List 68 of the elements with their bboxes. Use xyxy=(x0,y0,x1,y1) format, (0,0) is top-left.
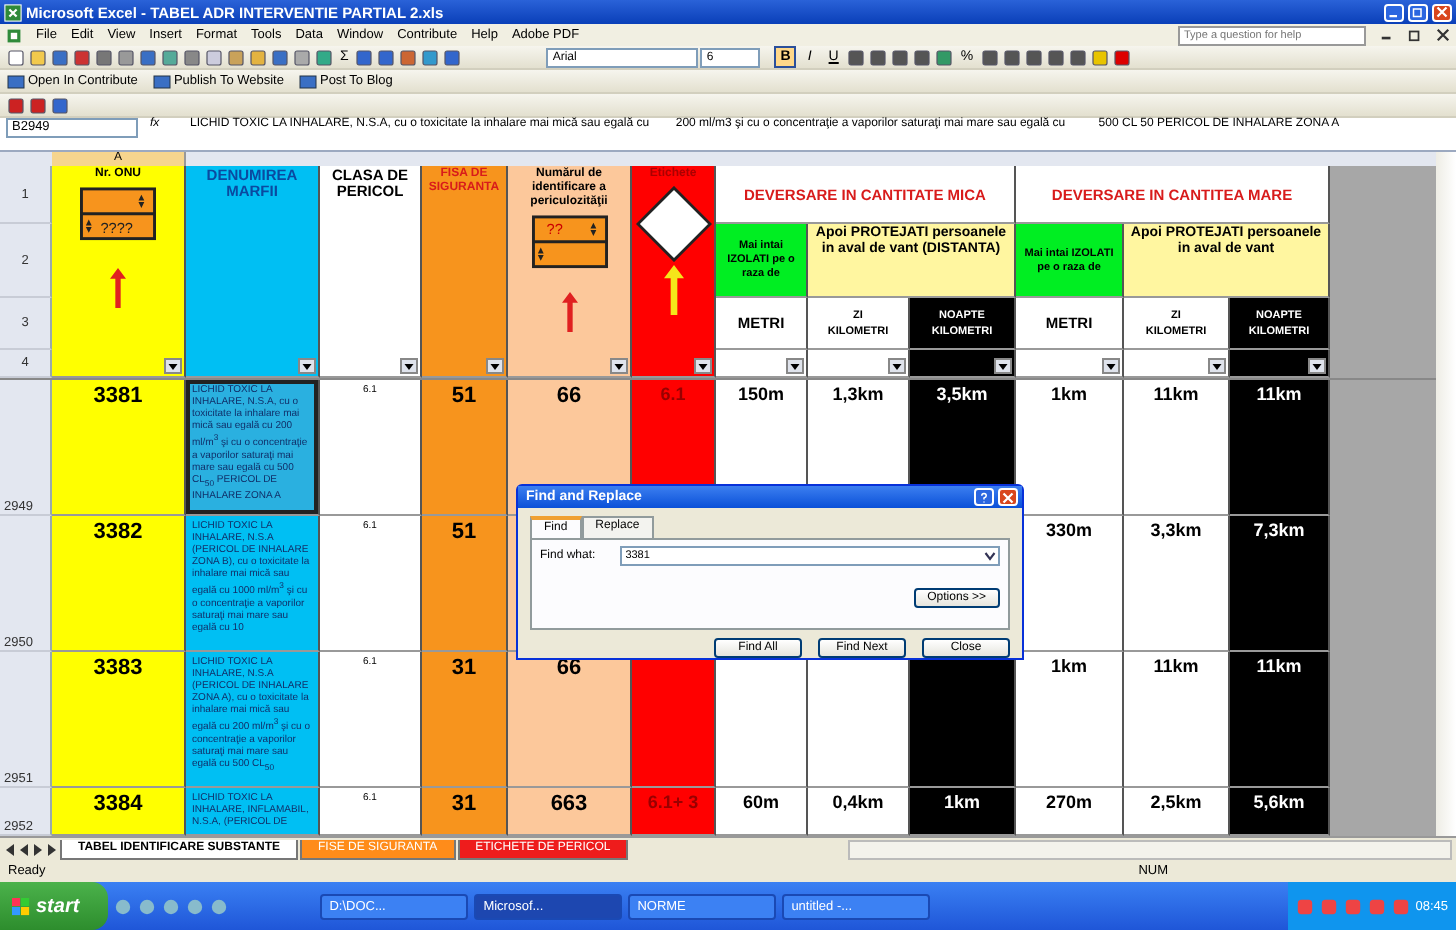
diamond-label-icon xyxy=(635,186,711,262)
filter-dropdown-button[interactable] xyxy=(888,358,906,374)
close-icon[interactable] xyxy=(1436,28,1450,42)
close-icon xyxy=(1436,6,1448,18)
table-cell: 5,6km xyxy=(1230,788,1330,836)
table-cell: 11km xyxy=(1230,652,1330,788)
vertical-scrollbar[interactable] xyxy=(1436,152,1456,836)
question-mark-icon xyxy=(978,491,990,503)
dropdown-arrow-icon xyxy=(614,363,624,369)
filter-dropdown-button[interactable] xyxy=(298,358,316,374)
arrow-icon xyxy=(561,292,577,332)
table-cell: 2,5km xyxy=(1124,788,1230,836)
filter-dropdown-button[interactable] xyxy=(786,358,804,374)
workbook-icon xyxy=(6,27,22,43)
windows-logo-icon xyxy=(12,897,30,915)
horizontal-scrollbar[interactable] xyxy=(848,839,1452,859)
table-cell: 270m xyxy=(1016,788,1124,836)
filter-dropdown-button[interactable] xyxy=(1308,358,1326,374)
filter-dropdown-button[interactable] xyxy=(694,358,712,374)
table-cell: 1km xyxy=(1016,652,1124,788)
table-cell: 11km xyxy=(1124,380,1230,516)
filter-dropdown-button[interactable] xyxy=(610,358,628,374)
filter-dropdown-button[interactable] xyxy=(1102,358,1120,374)
filter-dropdown-button[interactable] xyxy=(400,358,418,374)
table-cell: 1km xyxy=(910,788,1016,836)
dropdown-arrow-icon xyxy=(790,363,800,369)
arrow-icon xyxy=(663,264,683,316)
table-cell: 1km xyxy=(1016,380,1124,516)
table-cell: 31 xyxy=(422,788,508,836)
dropdown-arrow-icon xyxy=(1106,363,1116,369)
close-button[interactable] xyxy=(998,488,1018,506)
dropdown-arrow-icon xyxy=(998,363,1008,369)
table-cell: 3381 xyxy=(52,380,186,516)
filter-dropdown-button[interactable] xyxy=(1208,358,1226,374)
filter-dropdown-button[interactable] xyxy=(164,358,182,374)
table-cell: 0,4km xyxy=(808,788,910,836)
arrow-icon xyxy=(110,264,126,312)
table-cell: 31 xyxy=(422,652,508,788)
dropdown-arrow-icon xyxy=(490,363,500,369)
hazard-plate-drawing: ???? xyxy=(60,186,176,262)
table-cell: 3383 xyxy=(52,652,186,788)
table-cell: 3,3km xyxy=(1124,516,1230,652)
hazard-plate-drawing: ?? xyxy=(511,214,627,290)
table-cell: 60m xyxy=(716,788,808,836)
help-button[interactable] xyxy=(974,488,994,506)
table-cell: 3382 xyxy=(52,516,186,652)
table-cell: 6.1+ 3 xyxy=(632,788,716,836)
close-button[interactable] xyxy=(1432,3,1452,21)
dropdown-arrow-icon xyxy=(1312,363,1322,369)
dropdown-arrow-icon xyxy=(168,363,178,369)
dropdown-arrow-icon xyxy=(404,363,414,369)
restore-button[interactable] xyxy=(1408,3,1428,21)
table-cell: 51 xyxy=(422,516,508,652)
table-cell: 11km xyxy=(1124,652,1230,788)
filter-dropdown-button[interactable] xyxy=(994,358,1012,374)
table-cell: 51 xyxy=(422,380,508,516)
table-cell: 7,3km xyxy=(1230,516,1330,652)
dropdown-arrow-icon xyxy=(698,363,708,369)
table-cell: 3384 xyxy=(52,788,186,836)
minimize-button[interactable] xyxy=(1384,3,1404,21)
dropdown-arrow-icon xyxy=(302,363,312,369)
table-cell: 11km xyxy=(1230,380,1330,516)
filter-dropdown-button[interactable] xyxy=(486,358,504,374)
table-cell: 663 xyxy=(508,788,632,836)
excel-icon xyxy=(4,3,22,21)
dropdown-arrow-icon xyxy=(892,363,902,369)
close-icon xyxy=(1002,491,1014,503)
dropdown-arrow-icon xyxy=(1212,363,1222,369)
